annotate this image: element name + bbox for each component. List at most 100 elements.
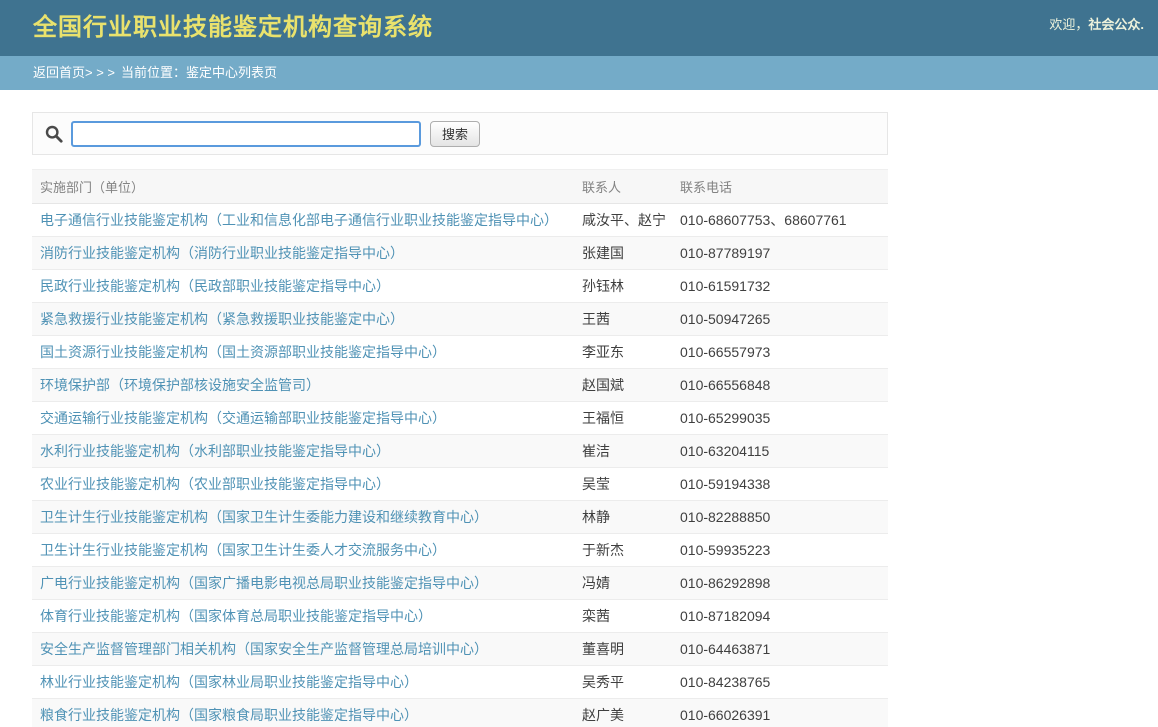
phone-cell: 010-66556848: [672, 369, 888, 402]
org-cell: 交通运输行业技能鉴定机构（交通运输部职业技能鉴定指导中心）: [32, 402, 574, 435]
phone-cell: 010-50947265: [672, 303, 888, 336]
org-cell: 民政行业技能鉴定机构（民政部职业技能鉴定指导中心）: [32, 270, 574, 303]
org-cell: 粮食行业技能鉴定机构（国家粮食局职业技能鉴定指导中心）: [32, 699, 574, 727]
phone-cell: 010-82288850: [672, 501, 888, 534]
table-row: 广电行业技能鉴定机构（国家广播电影电视总局职业技能鉴定指导中心） 冯婧010-86…: [32, 567, 888, 600]
table-row: 电子通信行业技能鉴定机构（工业和信息化部电子通信行业职业技能鉴定指导中心） 咸汝平…: [32, 204, 888, 237]
welcome-user: 社会公众.: [1088, 17, 1144, 32]
contact-cell: 王福恒: [574, 402, 672, 435]
org-link[interactable]: 安全生产监督管理部门相关机构（国家安全生产监督管理总局培训中心）: [40, 641, 488, 657]
org-link[interactable]: 农业行业技能鉴定机构（农业部职业技能鉴定指导中心）: [40, 476, 390, 492]
agency-table-head: 实施部门（单位） 联系人 联系电话: [32, 170, 888, 204]
table-row: 水利行业技能鉴定机构（水利部职业技能鉴定指导中心） 崔洁010-63204115: [32, 435, 888, 468]
contact-cell: 王茜: [574, 303, 672, 336]
org-link[interactable]: 民政行业技能鉴定机构（民政部职业技能鉴定指导中心）: [40, 278, 390, 294]
org-cell: 卫生计生行业技能鉴定机构（国家卫生计生委人才交流服务中心）: [32, 534, 574, 567]
phone-cell: 010-59935223: [672, 534, 888, 567]
phone-cell: 010-86292898: [672, 567, 888, 600]
org-link[interactable]: 水利行业技能鉴定机构（水利部职业技能鉴定指导中心）: [40, 443, 390, 459]
phone-cell: 010-63204115: [672, 435, 888, 468]
top-header: 全国行业职业技能鉴定机构查询系统 欢迎，社会公众.: [0, 0, 1158, 56]
search-input[interactable]: [71, 121, 421, 147]
contact-cell: 张建国: [574, 237, 672, 270]
table-row: 消防行业技能鉴定机构（消防行业职业技能鉴定指导中心） 张建国010-8778919…: [32, 237, 888, 270]
org-cell: 国土资源行业技能鉴定机构（国土资源部职业技能鉴定指导中心）: [32, 336, 574, 369]
contact-cell: 咸汝平、赵宁: [574, 204, 672, 237]
org-link[interactable]: 紧急救援行业技能鉴定机构（紧急救援职业技能鉴定中心）: [40, 311, 404, 327]
search-panel: 搜索: [32, 112, 888, 155]
breadcrumb: 返回首页> > > 当前位置：鉴定中心列表页: [0, 56, 1158, 90]
org-cell: 林业行业技能鉴定机构（国家林业局职业技能鉴定指导中心）: [32, 666, 574, 699]
phone-cell: 010-59194338: [672, 468, 888, 501]
phone-cell: 010-68607753、68607761: [672, 204, 888, 237]
contact-cell: 崔洁: [574, 435, 672, 468]
table-row: 体育行业技能鉴定机构（国家体育总局职业技能鉴定指导中心） 栾茜010-871820…: [32, 600, 888, 633]
org-link[interactable]: 粮食行业技能鉴定机构（国家粮食局职业技能鉴定指导中心）: [40, 707, 418, 723]
table-row: 国土资源行业技能鉴定机构（国土资源部职业技能鉴定指导中心） 李亚东010-6655…: [32, 336, 888, 369]
contact-cell: 董喜明: [574, 633, 672, 666]
phone-cell: 010-65299035: [672, 402, 888, 435]
contact-cell: 吴秀平: [574, 666, 672, 699]
table-row: 卫生计生行业技能鉴定机构（国家卫生计生委人才交流服务中心） 于新杰010-5993…: [32, 534, 888, 567]
org-link[interactable]: 广电行业技能鉴定机构（国家广播电影电视总局职业技能鉴定指导中心）: [40, 575, 488, 591]
phone-cell: 010-66026391: [672, 699, 888, 727]
contact-cell: 赵广美: [574, 699, 672, 727]
column-header-contact: 联系人: [574, 170, 672, 204]
org-cell: 广电行业技能鉴定机构（国家广播电影电视总局职业技能鉴定指导中心）: [32, 567, 574, 600]
table-row: 交通运输行业技能鉴定机构（交通运输部职业技能鉴定指导中心） 王福恒010-6529…: [32, 402, 888, 435]
table-row: 卫生计生行业技能鉴定机构（国家卫生计生委能力建设和继续教育中心） 林静010-82…: [32, 501, 888, 534]
org-cell: 环境保护部（环境保护部核设施安全监管司）: [32, 369, 574, 402]
table-row: 林业行业技能鉴定机构（国家林业局职业技能鉴定指导中心） 吴秀平010-842387…: [32, 666, 888, 699]
main-content: 搜索 实施部门（单位） 联系人 联系电话 电子通信行业技能鉴定机构（工业和信息化…: [32, 112, 888, 727]
phone-cell: 010-87182094: [672, 600, 888, 633]
breadcrumb-home-link[interactable]: 返回首页: [33, 65, 85, 80]
org-cell: 消防行业技能鉴定机构（消防行业职业技能鉴定指导中心）: [32, 237, 574, 270]
phone-cell: 010-84238765: [672, 666, 888, 699]
org-cell: 安全生产监督管理部门相关机构（国家安全生产监督管理总局培训中心）: [32, 633, 574, 666]
contact-cell: 于新杰: [574, 534, 672, 567]
phone-cell: 010-66557973: [672, 336, 888, 369]
org-link[interactable]: 消防行业技能鉴定机构（消防行业职业技能鉴定指导中心）: [40, 245, 404, 261]
table-row: 民政行业技能鉴定机构（民政部职业技能鉴定指导中心） 孙钰林010-61591732: [32, 270, 888, 303]
org-link[interactable]: 电子通信行业技能鉴定机构（工业和信息化部电子通信行业职业技能鉴定指导中心）: [40, 212, 558, 228]
org-cell: 电子通信行业技能鉴定机构（工业和信息化部电子通信行业职业技能鉴定指导中心）: [32, 204, 574, 237]
welcome-text: 欢迎，社会公众.: [1049, 0, 1144, 50]
contact-cell: 赵国斌: [574, 369, 672, 402]
breadcrumb-current: 当前位置：鉴定中心列表页: [121, 65, 277, 80]
table-row: 农业行业技能鉴定机构（农业部职业技能鉴定指导中心） 吴莹010-59194338: [32, 468, 888, 501]
header-row: 实施部门（单位） 联系人 联系电话: [32, 170, 888, 204]
search-icon: [45, 125, 63, 143]
org-cell: 紧急救援行业技能鉴定机构（紧急救援职业技能鉴定中心）: [32, 303, 574, 336]
contact-cell: 栾茜: [574, 600, 672, 633]
search-button[interactable]: 搜索: [430, 121, 480, 147]
contact-cell: 孙钰林: [574, 270, 672, 303]
page-title: 全国行业职业技能鉴定机构查询系统: [33, 0, 433, 56]
column-header-org: 实施部门（单位）: [32, 170, 574, 204]
contact-cell: 冯婧: [574, 567, 672, 600]
table-row: 环境保护部（环境保护部核设施安全监管司） 赵国斌010-66556848: [32, 369, 888, 402]
org-link[interactable]: 林业行业技能鉴定机构（国家林业局职业技能鉴定指导中心）: [40, 674, 418, 690]
contact-cell: 吴莹: [574, 468, 672, 501]
table-row: 粮食行业技能鉴定机构（国家粮食局职业技能鉴定指导中心） 赵广美010-660263…: [32, 699, 888, 727]
org-link[interactable]: 卫生计生行业技能鉴定机构（国家卫生计生委能力建设和继续教育中心）: [40, 509, 488, 525]
table-row: 安全生产监督管理部门相关机构（国家安全生产监督管理总局培训中心） 董喜明010-6…: [32, 633, 888, 666]
welcome-prefix: 欢迎，: [1049, 17, 1088, 32]
phone-cell: 010-64463871: [672, 633, 888, 666]
phone-cell: 010-61591732: [672, 270, 888, 303]
org-link[interactable]: 国土资源行业技能鉴定机构（国土资源部职业技能鉴定指导中心）: [40, 344, 446, 360]
org-cell: 农业行业技能鉴定机构（农业部职业技能鉴定指导中心）: [32, 468, 574, 501]
breadcrumb-separator: > > >: [85, 65, 115, 80]
contact-cell: 林静: [574, 501, 672, 534]
org-link[interactable]: 卫生计生行业技能鉴定机构（国家卫生计生委人才交流服务中心）: [40, 542, 446, 558]
table-row: 紧急救援行业技能鉴定机构（紧急救援职业技能鉴定中心） 王茜010-50947265: [32, 303, 888, 336]
agency-table-body: 电子通信行业技能鉴定机构（工业和信息化部电子通信行业职业技能鉴定指导中心） 咸汝平…: [32, 204, 888, 727]
org-link[interactable]: 环境保护部（环境保护部核设施安全监管司）: [40, 377, 320, 393]
agency-table: 实施部门（单位） 联系人 联系电话 电子通信行业技能鉴定机构（工业和信息化部电子…: [32, 169, 888, 727]
org-cell: 体育行业技能鉴定机构（国家体育总局职业技能鉴定指导中心）: [32, 600, 574, 633]
column-header-phone: 联系电话: [672, 170, 888, 204]
org-link[interactable]: 体育行业技能鉴定机构（国家体育总局职业技能鉴定指导中心）: [40, 608, 432, 624]
org-link[interactable]: 交通运输行业技能鉴定机构（交通运输部职业技能鉴定指导中心）: [40, 410, 446, 426]
contact-cell: 李亚东: [574, 336, 672, 369]
org-cell: 卫生计生行业技能鉴定机构（国家卫生计生委能力建设和继续教育中心）: [32, 501, 574, 534]
phone-cell: 010-87789197: [672, 237, 888, 270]
